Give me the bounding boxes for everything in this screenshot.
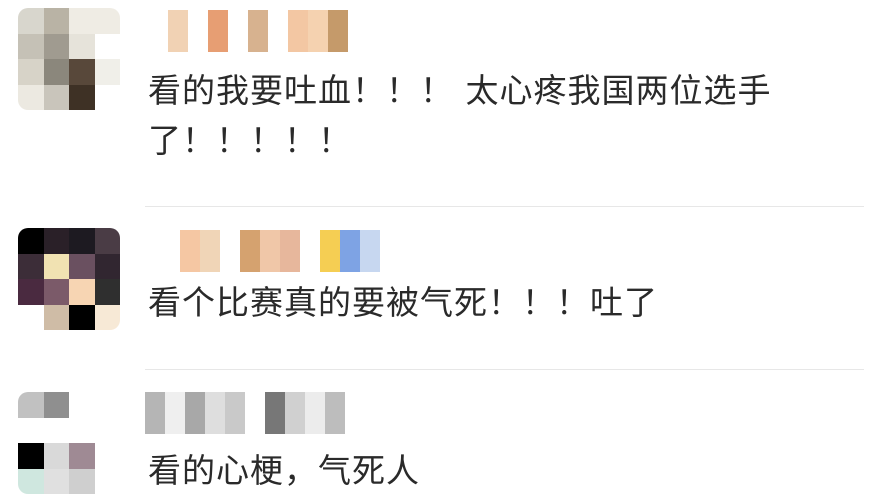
- username-mosaic-block: [148, 10, 168, 52]
- comment-text-line-1: 看的我要吐血！！！ 太心疼我国两位选手: [148, 71, 772, 110]
- username-mosaic-block: [200, 230, 220, 272]
- avatar-mosaic-pixel: [94, 8, 120, 34]
- username-mosaic-block: [145, 392, 165, 434]
- avatar-mosaic-pixel: [94, 59, 120, 85]
- avatar-mosaic-pixel: [18, 279, 44, 305]
- comment-text: 看的我要吐血！！！ 太心疼我国两位选手 了！！！！！: [148, 66, 848, 166]
- comment-2: 看个比赛真的要被气死！！！吐了: [0, 206, 880, 370]
- username-mosaic-block: [360, 230, 380, 272]
- avatar-mosaic-pixel: [43, 279, 69, 305]
- avatar-mosaic-pixel: [94, 304, 120, 330]
- username-mosaic-block: [305, 392, 325, 434]
- comment-text-line-2: 了！！！！！: [148, 121, 352, 160]
- avatar-mosaic-pixel: [18, 228, 44, 254]
- avatar-mosaic-pixel: [69, 468, 95, 494]
- avatar-mosaic-pixel: [69, 228, 95, 254]
- username-mosaic-block: [308, 10, 328, 52]
- username-mosaic-block: [220, 230, 240, 272]
- username-mosaic-block: [208, 10, 228, 52]
- username-mosaic-block: [245, 392, 265, 434]
- avatar-mosaic-pixel: [94, 228, 120, 254]
- username-mosaic-block: [300, 230, 320, 272]
- username-mosaic-block: [328, 10, 348, 52]
- username-mosaic-block: [325, 392, 345, 434]
- username-mosaic-block: [240, 230, 260, 272]
- avatar-mosaic-pixel: [43, 253, 69, 279]
- avatar-mosaic-pixel: [43, 228, 69, 254]
- avatar-mosaic-pixel: [69, 59, 95, 85]
- username-mosaic-block: [260, 230, 280, 272]
- username-mosaic-block: [288, 10, 308, 52]
- avatar-mosaic-pixel: [94, 443, 120, 469]
- avatar-mosaic-pixel: [94, 468, 120, 494]
- avatar-mosaic-pixel: [43, 417, 69, 443]
- username-mosaic-block: [168, 10, 188, 52]
- avatar-mosaic-pixel: [18, 84, 44, 110]
- username[interactable]: [148, 10, 388, 52]
- avatar-mosaic-pixel: [18, 417, 44, 443]
- username-mosaic-block: [225, 392, 245, 434]
- avatar-mosaic-pixel: [18, 443, 44, 469]
- avatar-mosaic-pixel: [69, 253, 95, 279]
- avatar-mosaic-pixel: [18, 33, 44, 59]
- avatar-mosaic-pixel: [18, 59, 44, 85]
- avatar-mosaic-pixel: [43, 443, 69, 469]
- avatar-mosaic-pixel: [69, 33, 95, 59]
- username-mosaic-block: [265, 392, 285, 434]
- username-mosaic-block: [180, 230, 200, 272]
- avatar-mosaic-pixel: [18, 468, 44, 494]
- avatar-mosaic-pixel: [43, 304, 69, 330]
- username-mosaic-block: [280, 230, 300, 272]
- username-mosaic-block: [188, 10, 208, 52]
- avatar-mosaic-pixel: [18, 304, 44, 330]
- avatar[interactable]: [18, 228, 120, 330]
- avatar[interactable]: [18, 392, 120, 494]
- username-mosaic-block: [248, 10, 268, 52]
- avatar-mosaic-pixel: [43, 468, 69, 494]
- avatar-mosaic-pixel: [18, 253, 44, 279]
- comment-text: 看的心梗，气死人: [148, 451, 420, 490]
- avatar-mosaic-pixel: [94, 253, 120, 279]
- username-mosaic-block: [228, 10, 248, 52]
- avatar-mosaic-pixel: [94, 392, 120, 418]
- avatar-mosaic-pixel: [94, 33, 120, 59]
- username-mosaic-block: [165, 392, 185, 434]
- avatar-mosaic-pixel: [43, 8, 69, 34]
- username[interactable]: [145, 392, 345, 434]
- avatar-mosaic-pixel: [69, 304, 95, 330]
- avatar-mosaic-pixel: [69, 417, 95, 443]
- avatar-mosaic-pixel: [43, 84, 69, 110]
- comment-3: 看的心梗，气死人: [0, 370, 880, 504]
- comment-1: 看的我要吐血！！！ 太心疼我国两位选手 了！！！！！: [0, 0, 880, 205]
- username-mosaic-block: [268, 10, 288, 52]
- avatar-mosaic-pixel: [43, 33, 69, 59]
- avatar-mosaic-pixel: [69, 279, 95, 305]
- comment-text: 看个比赛真的要被气死！！！吐了: [148, 283, 658, 322]
- avatar-mosaic-pixel: [69, 8, 95, 34]
- username-mosaic-block: [205, 392, 225, 434]
- avatar-mosaic-pixel: [43, 392, 69, 418]
- avatar-mosaic-pixel: [94, 417, 120, 443]
- username-mosaic-block: [340, 230, 360, 272]
- avatar[interactable]: [18, 8, 120, 110]
- avatar-mosaic-pixel: [18, 8, 44, 34]
- avatar-mosaic-pixel: [18, 392, 44, 418]
- username-mosaic-block: [285, 392, 305, 434]
- avatar-mosaic-pixel: [43, 59, 69, 85]
- avatar-mosaic-pixel: [69, 84, 95, 110]
- avatar-mosaic-pixel: [69, 443, 95, 469]
- avatar-mosaic-pixel: [94, 84, 120, 110]
- username[interactable]: [180, 230, 420, 272]
- avatar-mosaic-pixel: [94, 279, 120, 305]
- username-mosaic-block: [185, 392, 205, 434]
- username-mosaic-block: [320, 230, 340, 272]
- avatar-mosaic-pixel: [69, 392, 95, 418]
